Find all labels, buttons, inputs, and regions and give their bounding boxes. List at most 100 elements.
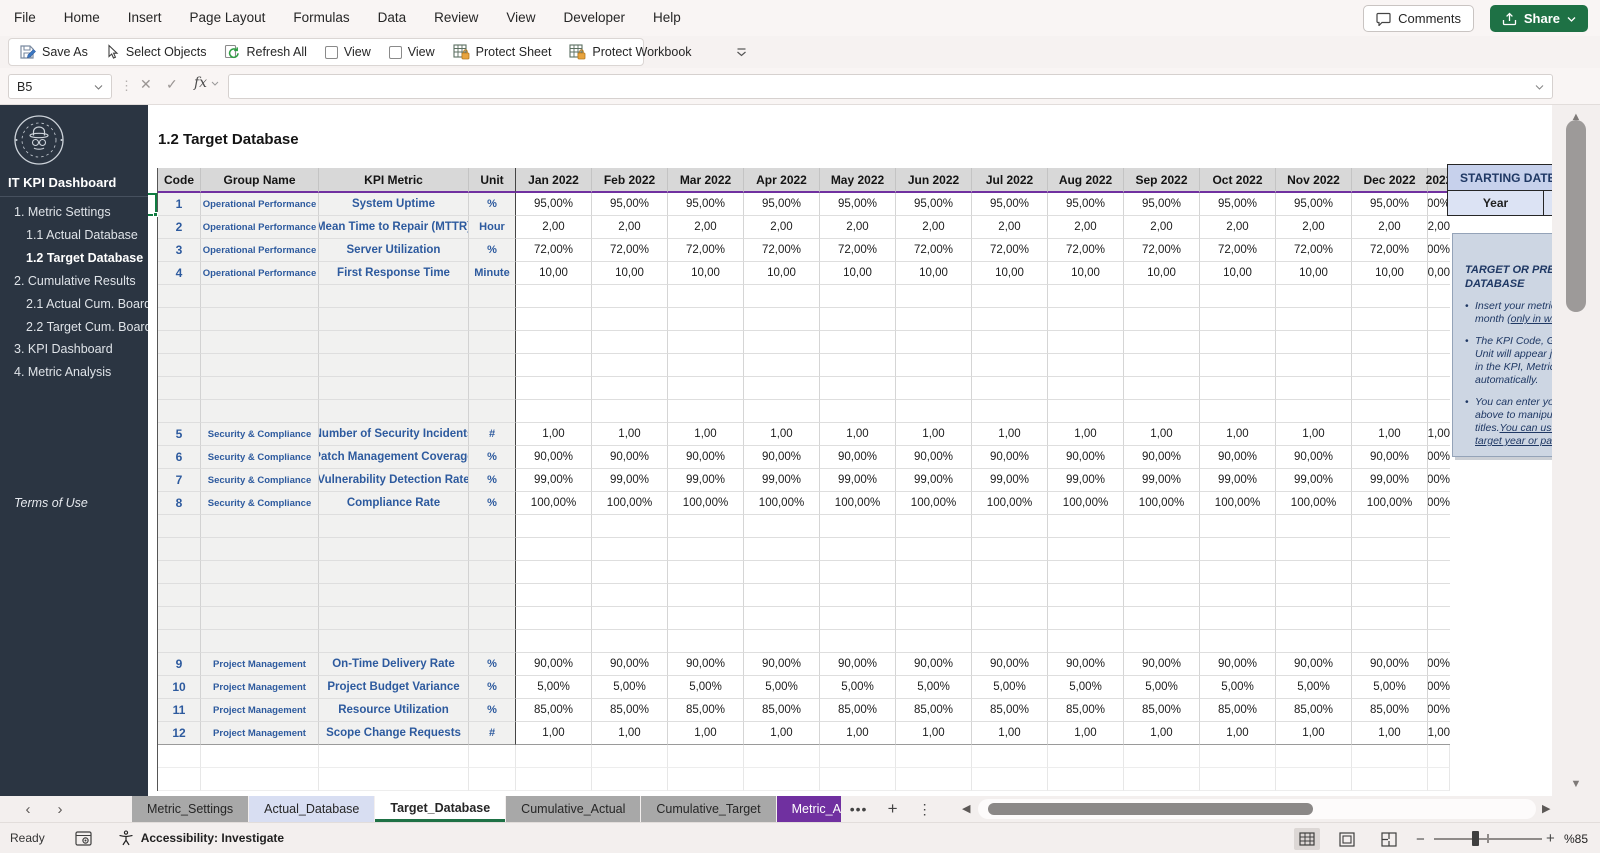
month-header[interactable]: May 2022 xyxy=(820,168,896,193)
value-cell[interactable]: 1,00 xyxy=(592,722,668,745)
sheet-tab-metric_a[interactable]: Metric_A xyxy=(777,796,841,822)
grid-cell[interactable] xyxy=(201,745,319,768)
tabs-scroll-left-icon[interactable]: ‹ xyxy=(12,796,44,822)
empty-cell[interactable] xyxy=(592,285,668,308)
hscroll-right-icon[interactable]: ▶ xyxy=(1542,802,1550,815)
empty-cell[interactable] xyxy=(1200,630,1276,653)
value-cell[interactable]: 99,00% xyxy=(1352,469,1428,492)
value-cell[interactable]: 90,00% xyxy=(744,653,820,676)
empty-cell[interactable] xyxy=(319,331,469,354)
month-header[interactable]: Apr 2022 xyxy=(744,168,820,193)
empty-cell[interactable] xyxy=(1124,515,1200,538)
value-cell[interactable]: 2,00 xyxy=(1276,216,1352,239)
empty-cell[interactable] xyxy=(1276,607,1352,630)
empty-cell[interactable] xyxy=(1276,400,1352,423)
code-cell[interactable]: 9 xyxy=(158,653,201,676)
empty-cell[interactable] xyxy=(1428,400,1450,423)
empty-cell[interactable] xyxy=(1124,308,1200,331)
value-cell[interactable]: 10,00 xyxy=(592,262,668,285)
empty-cell[interactable] xyxy=(1352,400,1428,423)
grid-cell[interactable] xyxy=(158,745,201,768)
value-cell[interactable]: 2,00 xyxy=(516,216,592,239)
month-header[interactable]: Mar 2022 xyxy=(668,168,744,193)
empty-cell[interactable] xyxy=(201,607,319,630)
empty-cell[interactable] xyxy=(1200,400,1276,423)
empty-cell[interactable] xyxy=(158,400,201,423)
grid-cell[interactable] xyxy=(1276,745,1352,768)
code-cell[interactable]: 7 xyxy=(158,469,201,492)
value-cell[interactable]: 85,00% xyxy=(820,699,896,722)
empty-cell[interactable] xyxy=(158,538,201,561)
empty-cell[interactable] xyxy=(516,354,592,377)
empty-cell[interactable] xyxy=(516,308,592,331)
empty-cell[interactable] xyxy=(744,584,820,607)
unit-cell[interactable]: % xyxy=(469,699,516,722)
starting-date-panel-header[interactable]: STARTING DATE xyxy=(1447,164,1552,191)
empty-cell[interactable] xyxy=(201,308,319,331)
zoom-out-icon[interactable]: − xyxy=(1416,831,1425,848)
empty-cell[interactable] xyxy=(469,354,516,377)
value-cell[interactable]: 90,00% xyxy=(668,653,744,676)
column-header[interactable]: Unit xyxy=(469,168,516,193)
empty-cell[interactable] xyxy=(1200,538,1276,561)
empty-cell[interactable] xyxy=(896,400,972,423)
kpi-metric-cell[interactable]: Mean Time to Repair (MTTR) xyxy=(319,216,469,239)
value-cell[interactable]: 72,00% xyxy=(1048,239,1124,262)
value-cell[interactable]: 95,00% xyxy=(516,193,592,216)
value-cell[interactable]: 90,00% xyxy=(896,446,972,469)
value-cell[interactable]: 1,00 xyxy=(1352,722,1428,745)
empty-cell[interactable] xyxy=(972,515,1048,538)
spreadsheet-grid[interactable]: 1.2 Target Database CodeGroup NameKPI Me… xyxy=(148,105,1552,796)
value-cell[interactable]: 90,00% xyxy=(1276,653,1352,676)
empty-cell[interactable] xyxy=(668,331,744,354)
empty-cell[interactable] xyxy=(1124,584,1200,607)
empty-cell[interactable] xyxy=(1124,538,1200,561)
kpi-metric-cell[interactable]: Server Utilization xyxy=(319,239,469,262)
value-cell[interactable]: 1,00 xyxy=(1200,423,1276,446)
empty-cell[interactable] xyxy=(896,354,972,377)
empty-cell[interactable] xyxy=(1048,561,1124,584)
empty-cell[interactable] xyxy=(469,331,516,354)
empty-cell[interactable] xyxy=(1428,354,1450,377)
empty-cell[interactable] xyxy=(972,561,1048,584)
value-cell[interactable]: 10,00 xyxy=(972,262,1048,285)
share-button[interactable]: Share xyxy=(1490,5,1588,32)
value-cell[interactable]: 99,00% xyxy=(668,469,744,492)
grid-cell[interactable] xyxy=(592,745,668,768)
empty-cell[interactable] xyxy=(319,354,469,377)
value-cell[interactable]: 90,00% xyxy=(972,653,1048,676)
insert-function-button[interactable]: fx xyxy=(194,75,219,91)
kpi-metric-cell[interactable]: Vulnerability Detection Rate xyxy=(319,469,469,492)
group-name-cell[interactable]: Security & Compliance xyxy=(201,446,319,469)
code-cell[interactable]: 3 xyxy=(158,239,201,262)
empty-cell[interactable] xyxy=(1352,331,1428,354)
vertical-scroll-thumb[interactable] xyxy=(1566,120,1586,312)
empty-cell[interactable] xyxy=(1200,308,1276,331)
empty-cell[interactable] xyxy=(972,607,1048,630)
sidebar-item-2-2-target-cum-board[interactable]: 2.2 Target Cum. Board xyxy=(0,316,148,339)
empty-cell[interactable] xyxy=(319,584,469,607)
empty-cell[interactable] xyxy=(592,538,668,561)
code-cell[interactable]: 6 xyxy=(158,446,201,469)
grid-cell[interactable] xyxy=(319,745,469,768)
empty-cell[interactable] xyxy=(668,400,744,423)
empty-cell[interactable] xyxy=(820,400,896,423)
empty-cell[interactable] xyxy=(201,538,319,561)
empty-cell[interactable] xyxy=(744,561,820,584)
grid-cell[interactable] xyxy=(1200,745,1276,768)
menu-tab-page-layout[interactable]: Page Layout xyxy=(176,0,280,36)
empty-cell[interactable] xyxy=(896,607,972,630)
empty-cell[interactable] xyxy=(820,331,896,354)
empty-cell[interactable] xyxy=(158,308,201,331)
value-cell[interactable]: 5,00% xyxy=(1124,676,1200,699)
empty-cell[interactable] xyxy=(319,400,469,423)
clipped-value-cell[interactable]: 72,00% xyxy=(1428,239,1450,262)
kpi-metric-cell[interactable]: Project Budget Variance xyxy=(319,676,469,699)
empty-cell[interactable] xyxy=(592,561,668,584)
kpi-metric-cell[interactable]: Patch Management Coverage xyxy=(319,446,469,469)
value-cell[interactable]: 90,00% xyxy=(896,653,972,676)
empty-cell[interactable] xyxy=(319,538,469,561)
empty-cell[interactable] xyxy=(1200,607,1276,630)
value-cell[interactable]: 1,00 xyxy=(1276,423,1352,446)
name-box-chevron-icon[interactable] xyxy=(94,84,103,90)
